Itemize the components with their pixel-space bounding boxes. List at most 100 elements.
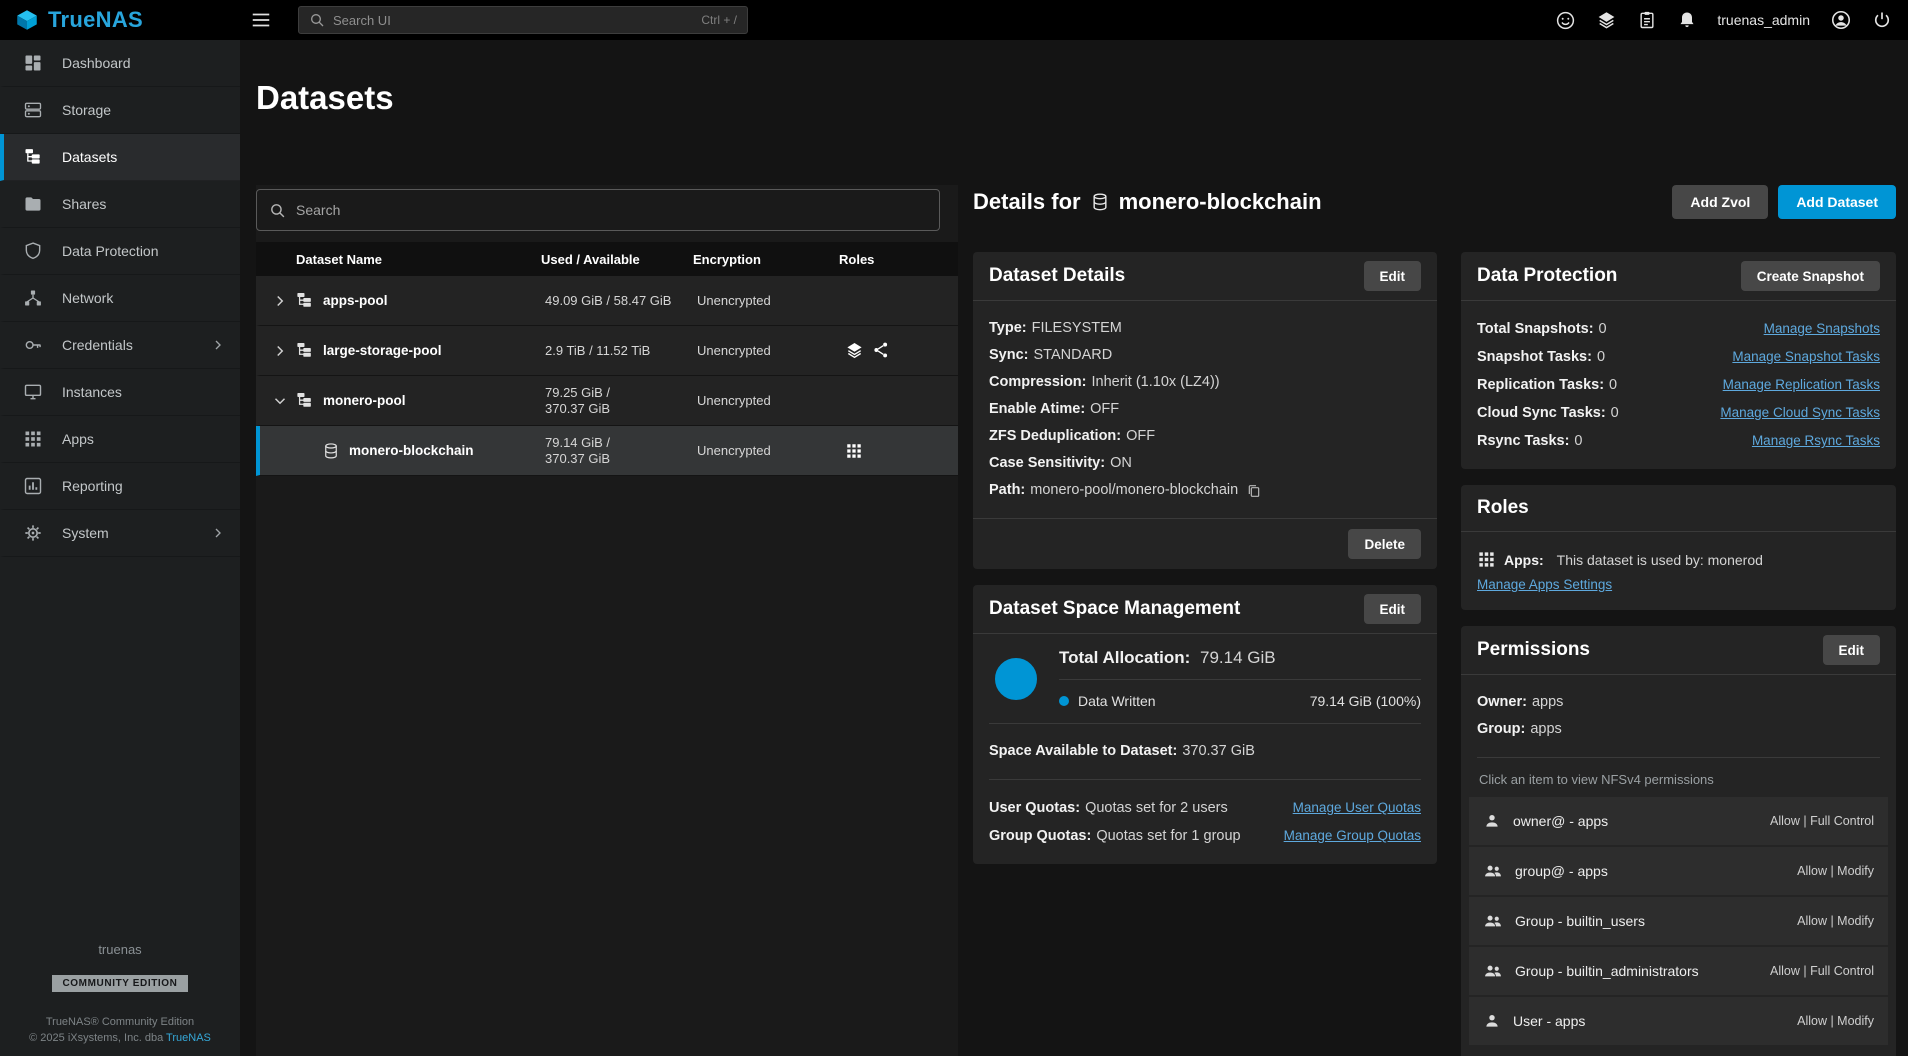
sidebar: Dashboard Storage Datasets Shares Data P… <box>0 40 240 1056</box>
sidebar-item-label: Dashboard <box>62 55 131 71</box>
manage-snapshot-tasks-link[interactable]: Manage Snapshot Tasks <box>1732 343 1880 371</box>
manage-cloud-sync-tasks-link[interactable]: Manage Cloud Sync Tasks <box>1720 399 1880 427</box>
monitor-icon <box>22 382 44 402</box>
create-snapshot-button[interactable]: Create Snapshot <box>1741 261 1880 291</box>
data-protection-card: Data Protection Create Snapshot Total Sn… <box>1461 252 1896 469</box>
pool-tree-icon <box>295 341 314 360</box>
hostname-label: truenas <box>0 942 240 957</box>
sidebar-item-apps[interactable]: Apps <box>0 416 240 463</box>
person-icon <box>1483 812 1501 830</box>
tree-row-large-storage-pool[interactable]: large-storage-pool 2.9 TiB / 11.52 TiB U… <box>256 326 958 376</box>
sidebar-item-datasets[interactable]: Datasets <box>0 134 240 181</box>
card-title: Permissions <box>1477 639 1590 661</box>
dataset-name: monero-pool <box>323 393 406 408</box>
shield-icon <box>22 241 44 261</box>
dataset-search[interactable] <box>256 189 940 231</box>
network-icon <box>22 288 44 308</box>
layers-icon[interactable] <box>1596 10 1617 31</box>
gear-icon <box>22 523 44 543</box>
sidebar-item-label: Credentials <box>62 337 133 353</box>
sidebar-item-network[interactable]: Network <box>0 275 240 322</box>
sidebar-item-shares[interactable]: Shares <box>0 181 240 228</box>
sidebar-item-credentials[interactable]: Credentials <box>0 322 240 369</box>
dashboard-icon <box>22 53 44 73</box>
smiley-icon[interactable] <box>1555 10 1576 31</box>
apps-icon <box>22 429 44 449</box>
details-dataset-name: monero-blockchain <box>1119 189 1322 215</box>
permission-item-user-apps[interactable]: User - apps Allow | Modify <box>1469 997 1888 1045</box>
collapse-chevron-icon[interactable] <box>271 392 295 410</box>
sidebar-item-system[interactable]: System <box>0 510 240 557</box>
group-icon <box>1483 911 1503 931</box>
sidebar-footer: truenas COMMUNITY EDITION TrueNAS® Commu… <box>0 942 240 1046</box>
sidebar-item-reporting[interactable]: Reporting <box>0 463 240 510</box>
dataset-search-input[interactable] <box>296 202 927 218</box>
tree-row-apps-pool[interactable]: apps-pool 49.09 GiB / 58.47 GiB Unencryp… <box>256 276 958 326</box>
power-icon[interactable] <box>1872 10 1892 30</box>
apps-grid-icon <box>845 442 863 460</box>
sidebar-item-label: Data Protection <box>62 243 159 259</box>
expand-chevron-icon[interactable] <box>271 342 295 360</box>
manage-user-quotas-link[interactable]: Manage User Quotas <box>1293 794 1421 822</box>
sidebar-item-instances[interactable]: Instances <box>0 369 240 416</box>
space-donut-chart <box>995 658 1037 700</box>
delete-dataset-button[interactable]: Delete <box>1348 529 1421 559</box>
used-available: 49.09 GiB / 58.47 GiB <box>545 293 697 309</box>
permission-item-owner[interactable]: owner@ - apps Allow | Full Control <box>1469 797 1888 845</box>
detail-field-case: Case Sensitivity:ON <box>989 450 1421 477</box>
topbar: TrueNAS Ctrl + / truenas_admi <box>0 0 1908 40</box>
truenas-logo-icon <box>14 7 40 33</box>
datasets-icon <box>22 147 44 167</box>
detail-field-type: Type:FILESYSTEM <box>989 315 1421 342</box>
card-title: Dataset Details <box>989 265 1125 287</box>
menu-toggle-button[interactable] <box>250 9 272 31</box>
sidebar-nav: Dashboard Storage Datasets Shares Data P… <box>0 40 240 557</box>
account-icon[interactable] <box>1830 9 1852 31</box>
used-available: 79.14 GiB / 370.37 GiB <box>545 435 697 467</box>
edit-space-button[interactable]: Edit <box>1364 594 1422 624</box>
pool-tree-icon <box>295 391 314 410</box>
sidebar-item-dashboard[interactable]: Dashboard <box>0 40 240 87</box>
permission-item-builtin-users[interactable]: Group - builtin_users Allow | Modify <box>1469 897 1888 945</box>
encryption-status: Unencrypted <box>697 443 843 458</box>
details-header: Details for monero-blockchain Add Zvol A… <box>973 185 1896 219</box>
nfsv4-hint: Click an item to view NFSv4 permissions <box>1479 772 1880 787</box>
manage-group-quotas-link[interactable]: Manage Group Quotas <box>1284 822 1421 850</box>
details-panel: Details for monero-blockchain Add Zvol A… <box>973 185 1896 1056</box>
global-search-input[interactable] <box>333 13 693 28</box>
chevron-right-icon <box>210 337 226 353</box>
sidebar-item-data-protection[interactable]: Data Protection <box>0 228 240 275</box>
sidebar-item-storage[interactable]: Storage <box>0 87 240 134</box>
copyright-brand-link[interactable]: TrueNAS <box>166 1032 211 1044</box>
roles-apps-label: Apps: <box>1504 552 1544 568</box>
detail-field-sync: Sync:STANDARD <box>989 342 1421 369</box>
edition-line: TrueNAS® Community Edition <box>0 1014 240 1030</box>
truenas-logo[interactable]: TrueNAS <box>0 7 240 33</box>
column-encryption: Encryption <box>693 252 839 267</box>
manage-snapshots-link[interactable]: Manage Snapshots <box>1764 315 1880 343</box>
encryption-status: Unencrypted <box>697 343 843 358</box>
global-search[interactable]: Ctrl + / <box>298 6 748 34</box>
dataset-name: monero-blockchain <box>349 443 474 458</box>
manage-apps-settings-link[interactable]: Manage Apps Settings <box>1477 577 1612 592</box>
roles-card: Roles Apps: This dataset is used by: mon… <box>1461 485 1896 610</box>
space-management-card: Dataset Space Management Edit Total Allo… <box>973 585 1437 864</box>
add-dataset-button[interactable]: Add Dataset <box>1778 185 1896 219</box>
bell-icon[interactable] <box>1677 10 1697 30</box>
manage-rsync-tasks-link[interactable]: Manage Rsync Tasks <box>1752 427 1880 455</box>
edit-permissions-button[interactable]: Edit <box>1823 635 1881 665</box>
permission-item-group-at[interactable]: group@ - apps Allow | Modify <box>1469 847 1888 895</box>
expand-chevron-icon[interactable] <box>271 292 295 310</box>
brand-text: TrueNAS <box>48 7 143 33</box>
group-icon <box>1483 961 1503 981</box>
edit-dataset-details-button[interactable]: Edit <box>1364 261 1422 291</box>
used-available: 2.9 TiB / 11.52 TiB <box>545 343 697 359</box>
manage-replication-tasks-link[interactable]: Manage Replication Tasks <box>1723 371 1880 399</box>
tree-row-monero-blockchain[interactable]: monero-blockchain 79.14 GiB / 370.37 GiB… <box>256 426 958 476</box>
column-roles: Roles <box>839 252 958 267</box>
permission-item-builtin-administrators[interactable]: Group - builtin_administrators Allow | F… <box>1469 947 1888 995</box>
clipboard-icon[interactable] <box>1637 10 1657 30</box>
add-zvol-button[interactable]: Add Zvol <box>1672 185 1768 219</box>
copy-path-icon[interactable] <box>1246 483 1262 499</box>
tree-row-monero-pool[interactable]: monero-pool 79.25 GiB / 370.37 GiB Unenc… <box>256 376 958 426</box>
